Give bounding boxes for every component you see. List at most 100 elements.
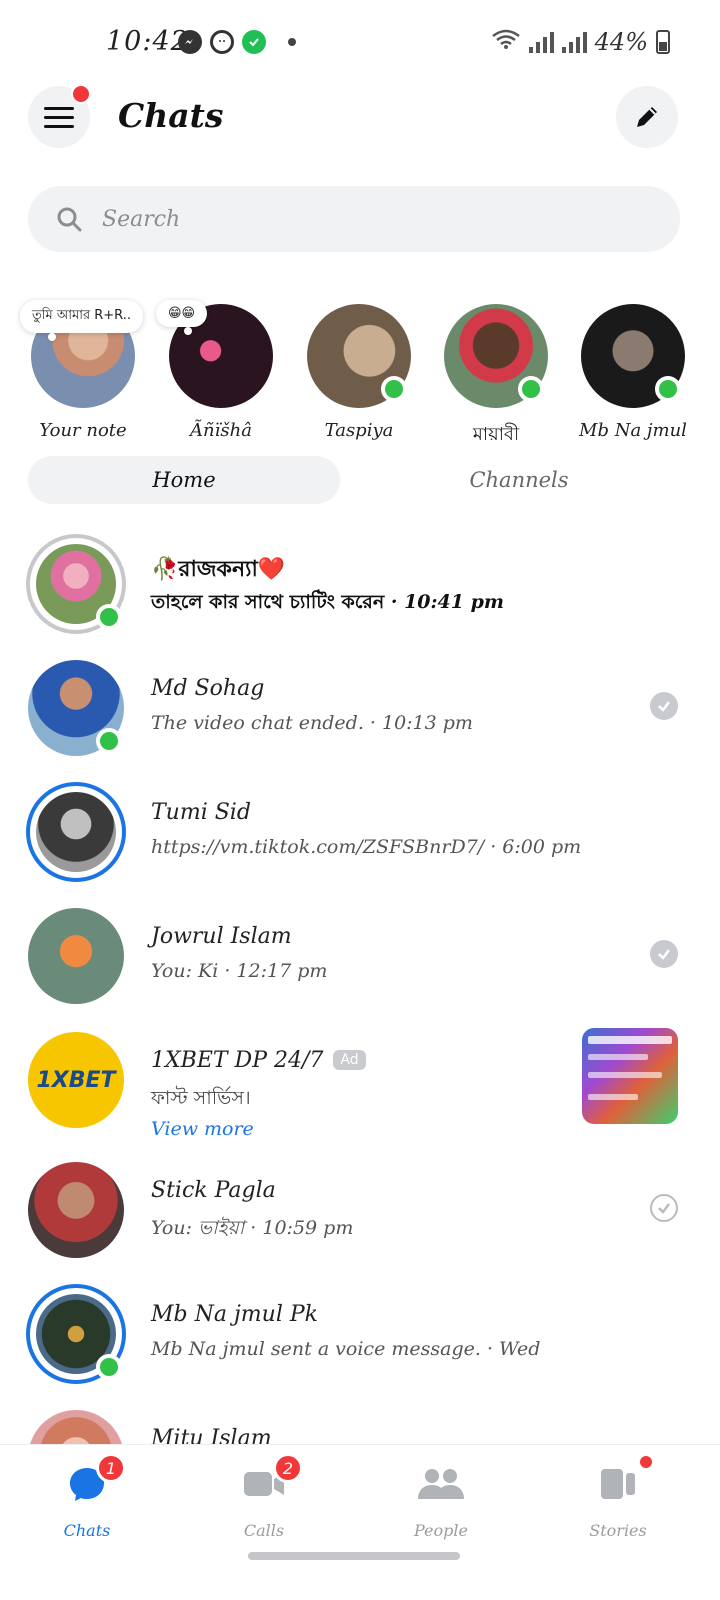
preview-text: Mb Na jmul sent a voice message.	[151, 1338, 481, 1360]
notification-icons	[178, 30, 296, 54]
app-header: Chats	[0, 84, 720, 150]
wifi-icon	[491, 28, 521, 56]
compose-button[interactable]	[616, 86, 678, 148]
chat-time: · 10:41 pm	[384, 591, 504, 613]
avatar	[307, 304, 411, 408]
signal-icon	[528, 31, 554, 53]
avatar	[581, 304, 685, 408]
chats-badge: 1	[96, 1453, 126, 1483]
ad-thumbnail-bar	[588, 1036, 672, 1044]
note-name: Ãñïšhâ	[190, 420, 252, 441]
chat-row[interactable]: 🥀রাজকন্যা❤️ তাহলে কার সাথে চ্যাটিং করেন …	[0, 524, 720, 648]
chat-preview: Mb Na jmul sent a voice message. · Wed	[151, 1338, 540, 1360]
ad-thumbnail-bar	[588, 1054, 648, 1060]
home-indicator[interactable]	[248, 1552, 460, 1560]
preview-text: তাহলে কার সাথে চ্যাটিং করেন	[151, 591, 385, 613]
avatar	[36, 792, 116, 872]
chat-time: · 12:17 pm	[218, 960, 328, 982]
chat-time: · Wed	[480, 1338, 541, 1360]
tab-channels[interactable]: Channels	[358, 456, 680, 504]
online-indicator	[518, 376, 544, 402]
stories-icon	[593, 1453, 655, 1509]
online-indicator	[655, 376, 681, 402]
chat-preview: The video chat ended. · 10:13 pm	[151, 712, 473, 734]
avatar	[28, 1162, 124, 1258]
face-notification-icon	[210, 30, 234, 54]
chat-name: Tumi Sid	[151, 800, 251, 825]
view-more-link[interactable]: View more	[151, 1118, 254, 1140]
nav-label: People	[414, 1521, 468, 1540]
preview-text: The video chat ended.	[151, 712, 364, 734]
chat-time: · 6:00 pm	[484, 836, 582, 858]
chat-row[interactable]: Mitu Islam	[0, 1398, 720, 1444]
check-notification-icon	[242, 30, 266, 54]
chat-preview: তাহলে কার সাথে চ্যাটিং করেন · 10:41 pm	[151, 588, 504, 620]
chat-preview: https://vm.tiktok.com/ZSFSBnrD7/ · 6:00 …	[151, 836, 581, 858]
hamburger-icon	[44, 107, 74, 128]
chat-name: 1XBET DP 24/7 Ad	[151, 1048, 366, 1073]
nav-chats[interactable]: 1 Chats	[22, 1453, 152, 1540]
pencil-icon	[637, 107, 657, 127]
nav-stories[interactable]: Stories	[553, 1453, 683, 1540]
bottom-navigation: 1 Chats 2 Calls People Stories	[0, 1444, 720, 1600]
avatar	[444, 304, 548, 408]
online-indicator	[381, 376, 407, 402]
battery-percent: 44%	[594, 28, 648, 56]
ad-badge: Ad	[333, 1050, 366, 1070]
avatar	[28, 908, 124, 1004]
chat-name: Md Sohag	[151, 676, 265, 701]
sent-check-icon	[650, 1194, 678, 1222]
chat-name: Mb Na jmul Pk	[151, 1302, 318, 1327]
chat-preview: You: Ki · 12:17 pm	[151, 960, 327, 982]
chat-filter-tabs: Home Channels	[28, 456, 680, 504]
nav-label: Stories	[589, 1521, 647, 1540]
chat-name: Jowrul Islam	[151, 924, 292, 949]
seen-check-icon	[650, 940, 678, 968]
notes-row: Your note তুমি আমার R+R.. Ãñïšhâ 😁😁 Tasp…	[0, 300, 720, 450]
online-indicator	[96, 1354, 122, 1380]
chat-row[interactable]: Tumi Sid https://vm.tiktok.com/ZSFSBnrD7…	[0, 772, 720, 896]
online-indicator	[96, 604, 122, 630]
more-notifications-dot	[288, 38, 296, 46]
chat-row[interactable]: Stick Pagla You: ভাইয়া · 10:59 pm	[0, 1150, 720, 1274]
chat-time: · 10:13 pm	[363, 712, 473, 734]
note-mayabi[interactable]: মায়াবী	[441, 304, 551, 451]
search-input[interactable]	[102, 206, 602, 232]
tab-home[interactable]: Home	[28, 456, 340, 504]
chat-name: Mitu Islam	[151, 1426, 272, 1444]
chat-row[interactable]: Jowrul Islam You: Ki · 12:17 pm	[0, 896, 720, 1020]
chat-row[interactable]: Md Sohag The video chat ended. · 10:13 p…	[0, 648, 720, 772]
chat-name: Stick Pagla	[151, 1178, 276, 1203]
status-time: 10:42	[106, 26, 189, 57]
note-mb-najmul[interactable]: Mb Na jmul	[578, 304, 688, 441]
sponsored-chat-row[interactable]: 1XBET 1XBET DP 24/7 Ad ফাস্ট সার্ভিস। Vie…	[0, 1020, 720, 1150]
page-title: Chats	[118, 96, 224, 135]
chat-bubble-icon: 1	[62, 1453, 126, 1509]
note-name: মায়াবী	[472, 424, 520, 445]
system-status: 44%	[491, 28, 670, 56]
menu-notification-dot	[71, 84, 91, 104]
calls-badge: 2	[273, 1453, 303, 1483]
note-taspiya[interactable]: Taspiya	[304, 304, 414, 441]
note-name: Taspiya	[324, 420, 394, 441]
ad-logo-text: 1XBET	[36, 1067, 116, 1093]
ad-title: 1XBET DP 24/7	[151, 1048, 324, 1073]
chat-list: 🥀রাজকন্যা❤️ তাহলে কার সাথে চ্যাটিং করেন …	[0, 524, 720, 1444]
ad-thumbnail-bar	[588, 1072, 662, 1078]
nav-label: Calls	[243, 1521, 285, 1540]
preview-text: You: Ki	[151, 960, 219, 982]
note-bubble[interactable]: তুমি আমার R+R..	[20, 300, 144, 341]
chat-preview: ফাস্ট সার্ভিস।	[151, 1087, 251, 1109]
note-name: Mb Na jmul	[579, 420, 687, 441]
note-bubble[interactable]: 😁😁	[156, 300, 208, 335]
search-bar[interactable]	[28, 186, 680, 252]
avatar	[28, 1410, 124, 1444]
ad-thumbnail[interactable]	[582, 1028, 678, 1124]
battery-icon	[656, 30, 670, 54]
chat-time: · 10:59 pm	[244, 1217, 354, 1239]
nav-calls[interactable]: 2 Calls	[199, 1453, 329, 1540]
nav-people[interactable]: People	[376, 1459, 506, 1540]
chat-row[interactable]: Mb Na jmul Pk Mb Na jmul sent a voice me…	[0, 1274, 720, 1398]
note-name: Your note	[39, 420, 127, 441]
status-bar: 10:42 44%	[0, 0, 720, 86]
